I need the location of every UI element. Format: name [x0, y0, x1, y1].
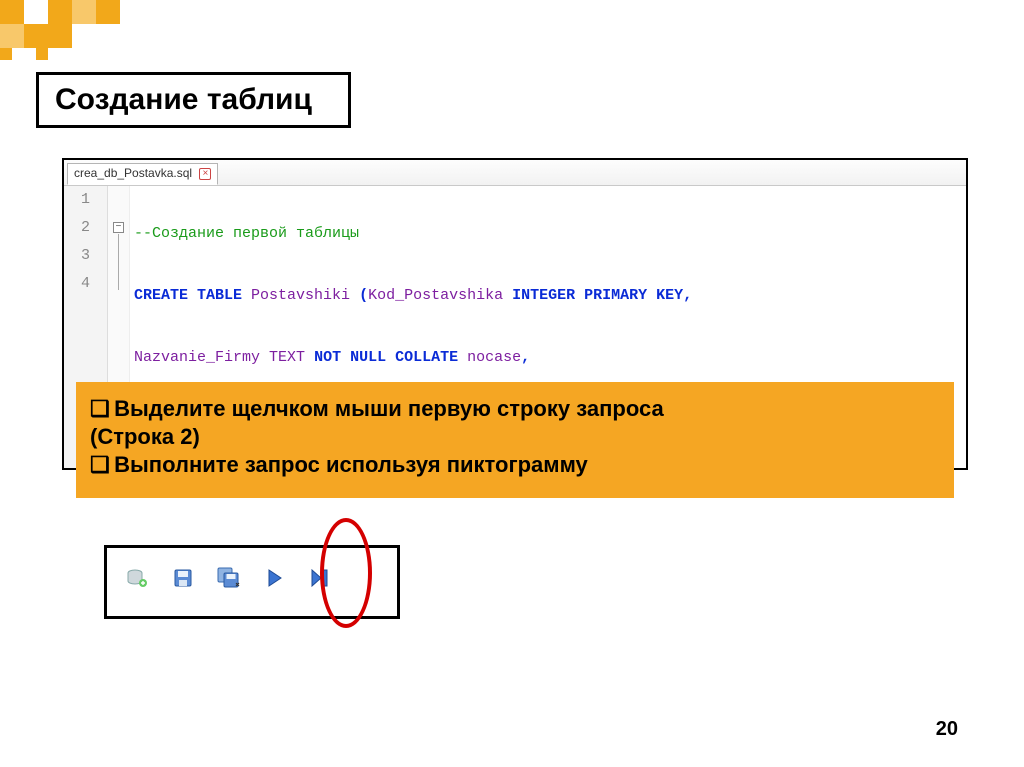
line-number: 2	[64, 214, 107, 242]
toolbar	[125, 566, 333, 590]
deco-square	[36, 48, 48, 60]
deco-square	[96, 0, 120, 24]
deco-square	[48, 0, 72, 24]
play-icon[interactable]	[263, 566, 287, 590]
deco-square	[24, 0, 48, 24]
line-number: 4	[64, 270, 107, 298]
save-copy-icon[interactable]	[217, 566, 241, 590]
editor-tab[interactable]: crea_db_Postavka.sql ×	[67, 163, 218, 185]
deco-square	[0, 0, 24, 24]
page-number: 20	[936, 718, 958, 741]
slide-decoration	[0, 0, 160, 60]
bullet-icon: ❑	[90, 452, 108, 478]
line-number: 3	[64, 242, 107, 270]
line-number: 1	[64, 186, 107, 214]
deco-square	[48, 24, 72, 48]
play-all-icon[interactable]	[309, 566, 333, 590]
instruction-item: ❑ Выполните запрос используя пиктограмму	[90, 452, 934, 478]
deco-square	[0, 48, 12, 60]
code-line: Nazvanie_Firmy TEXT NOT NULL COLLATE noc…	[134, 344, 966, 372]
deco-square	[72, 0, 96, 24]
instruction-item-continuation: (Строка 2)	[90, 424, 934, 450]
save-icon[interactable]	[171, 566, 195, 590]
database-add-icon[interactable]	[125, 566, 149, 590]
bullet-icon: ❑	[90, 396, 108, 422]
instruction-box: ❑ Выделите щелчком мыши первую строку за…	[76, 382, 954, 498]
close-icon[interactable]: ×	[199, 168, 211, 180]
fold-toggle-icon[interactable]: −	[113, 222, 124, 233]
editor-tabbar: crea_db_Postavka.sql ×	[64, 160, 966, 186]
toolbar-screenshot	[104, 545, 400, 619]
editor-tab-label: crea_db_Postavka.sql	[74, 166, 192, 180]
deco-square	[24, 24, 48, 48]
code-line: --Создание первой таблицы	[134, 220, 966, 248]
deco-square	[0, 24, 24, 48]
slide-title: Создание таблиц	[36, 72, 351, 128]
instruction-item: ❑ Выделите щелчком мыши первую строку за…	[90, 396, 934, 422]
code-line: CREATE TABLE Postavshiki (Kod_Postavshik…	[134, 282, 966, 310]
